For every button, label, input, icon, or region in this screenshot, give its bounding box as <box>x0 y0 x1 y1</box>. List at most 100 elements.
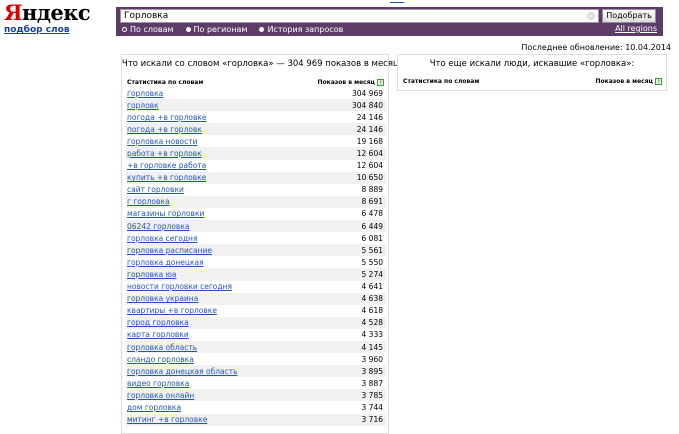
query-link[interactable]: работа +в горловк <box>126 149 202 158</box>
column-header-query: Статистика по словам <box>403 77 480 85</box>
table-row: карта горловки 4 333 <box>126 329 386 341</box>
radio-icon <box>259 27 265 32</box>
shows-count: 6 081 <box>361 233 383 243</box>
table-row: сайт горловки 8 889 <box>126 184 386 196</box>
shows-count: 3 716 <box>361 415 383 425</box>
shows-count: 3 960 <box>361 354 383 364</box>
table-row: г горловка 8 691 <box>126 195 386 208</box>
table-row: горловка украина 4 638 <box>126 292 386 305</box>
query-link[interactable]: дом горловка <box>126 403 181 412</box>
query-link[interactable]: горловка украина <box>126 294 198 303</box>
table-row: купить +в горловке 10 650 <box>126 171 386 184</box>
table-row: город горловка 4 528 <box>126 316 386 329</box>
table-row: магазины горловки 6 478 <box>126 208 386 220</box>
query-link[interactable]: митинг +в горловке <box>126 415 207 424</box>
query-link[interactable]: +в горловке работа <box>126 161 206 170</box>
shows-count: 6 478 <box>361 209 383 219</box>
table-row: горловка 304 969 <box>126 87 386 99</box>
query-link[interactable]: новости горловки сегодня <box>126 282 232 291</box>
query-link[interactable]: магазины горловки <box>126 209 204 218</box>
query-link[interactable]: горловка онлайн <box>126 391 194 400</box>
table-row: горловка расписание 5 561 <box>126 244 386 257</box>
query-link[interactable]: видео горловка <box>126 379 189 388</box>
query-link[interactable]: г горловка <box>126 197 170 206</box>
shows-count: 3 744 <box>361 402 383 412</box>
shows-count: 12 604 <box>356 161 383 171</box>
table-row: дом горловка 3 744 <box>126 401 386 413</box>
top-link-mark[interactable] <box>390 0 404 3</box>
mode-by-regions[interactable]: По регионам <box>185 25 247 34</box>
help-icon[interactable]: ? <box>377 78 384 86</box>
query-link[interactable]: горловка расписание <box>126 246 212 255</box>
column-header-shows: Показов в месяц <box>595 77 653 85</box>
shows-count: 4 145 <box>361 342 383 352</box>
column-header-query: Статистика по словам <box>127 78 204 86</box>
shows-count: 5 274 <box>361 269 383 279</box>
shows-count: 3 895 <box>361 366 383 376</box>
also-searched-panel: Что еще искали люди, искавшие «горловка»… <box>397 54 667 91</box>
shows-count: 24 146 <box>356 112 383 122</box>
query-link[interactable]: город горловка <box>126 318 189 327</box>
table-row: квартиры +в горловке 4 618 <box>126 305 386 317</box>
query-link[interactable]: карта горловки <box>126 330 189 339</box>
shows-count: 3 785 <box>361 390 383 400</box>
query-link[interactable]: горловка <box>126 89 163 98</box>
mode-by-words[interactable]: По словам <box>122 25 174 34</box>
shows-count: 8 889 <box>361 185 383 195</box>
shows-count: 10 650 <box>356 173 383 183</box>
shows-count: 8 691 <box>361 197 383 207</box>
shows-count: 12 604 <box>356 149 383 159</box>
search-mode-tabs: По словам По регионам История запросов <box>122 24 355 35</box>
all-regions-link[interactable]: All regions <box>615 24 657 33</box>
query-link[interactable]: купить +в горловке <box>126 173 206 182</box>
query-link[interactable]: горловка новости <box>126 137 197 146</box>
shows-count: 19 168 <box>356 136 383 146</box>
query-link[interactable]: 06242 горловка <box>126 222 189 231</box>
table-row: работа +в горловк 12 604 <box>126 147 386 160</box>
mode-query-history[interactable]: История запросов <box>259 25 343 34</box>
query-link[interactable]: горловка область <box>126 343 197 352</box>
query-link[interactable]: сландо горловка <box>126 355 194 364</box>
search-bar: Горловка × Подобрать По словам По регион… <box>116 7 663 36</box>
query-link[interactable]: горловк <box>126 101 159 110</box>
shows-count: 304 840 <box>351 100 383 110</box>
query-link[interactable]: горловка донецкая <box>126 258 204 267</box>
table-row: новости горловки сегодня 4 641 <box>126 281 386 293</box>
shows-count: 4 641 <box>361 282 383 292</box>
table-row: погода +в горловке 24 146 <box>126 111 386 123</box>
search-button[interactable]: Подобрать <box>602 9 656 23</box>
query-link[interactable]: горловка донецкая область <box>126 367 238 376</box>
table-row: горловк 304 840 <box>126 99 386 112</box>
panel-title: Что искали со словом «горловка» — 304 96… <box>122 59 399 69</box>
table-row: горловка новости 19 168 <box>126 135 386 147</box>
table-row: горловка донецкая область 3 895 <box>126 365 386 378</box>
service-link[interactable]: подбор слов <box>4 25 90 35</box>
table-header: Статистика по словам Показов в месяц ? <box>403 77 662 85</box>
table-row: 06242 горловка 6 449 <box>126 220 386 233</box>
shows-count: 24 146 <box>356 124 383 134</box>
query-link[interactable]: погода +в горловк <box>126 125 202 134</box>
shows-count: 4 528 <box>361 318 383 328</box>
table-row: горловка область 4 145 <box>126 340 386 354</box>
radio-selected-icon <box>122 27 127 32</box>
help-icon[interactable]: ? <box>655 77 662 85</box>
table-row: видео горловка 3 887 <box>126 377 386 389</box>
query-link[interactable]: сайт горловки <box>126 185 184 194</box>
table-row: митинг +в горловке 3 716 <box>126 413 386 426</box>
shows-count: 5 550 <box>361 257 383 267</box>
results-table: горловка 304 969 горловк 304 840 погода +в г… <box>126 87 386 426</box>
panel-title: Что еще искали люди, искавшие «горловка»… <box>429 59 635 69</box>
query-link[interactable]: горловка юа <box>126 270 177 279</box>
column-header-shows: Показов в месяц <box>317 78 375 86</box>
query-link[interactable]: горловка сегодня <box>126 234 197 243</box>
logo[interactable]: Яндекс подбор слов <box>4 2 91 36</box>
shows-count: 3 887 <box>361 378 383 388</box>
clear-icon[interactable]: × <box>587 12 595 20</box>
search-input[interactable]: Горловка × <box>120 9 599 23</box>
table-row: горловка донецкая 5 550 <box>126 256 386 268</box>
related-words-panel: Что искали со словом «горловка» — 304 96… <box>121 54 399 434</box>
query-link[interactable]: квартиры +в горловке <box>126 306 217 315</box>
table-row: горловка юа 5 274 <box>126 268 386 281</box>
yandex-logo-word[interactable]: Яндекс <box>4 2 91 24</box>
query-link[interactable]: погода +в горловке <box>126 113 207 122</box>
